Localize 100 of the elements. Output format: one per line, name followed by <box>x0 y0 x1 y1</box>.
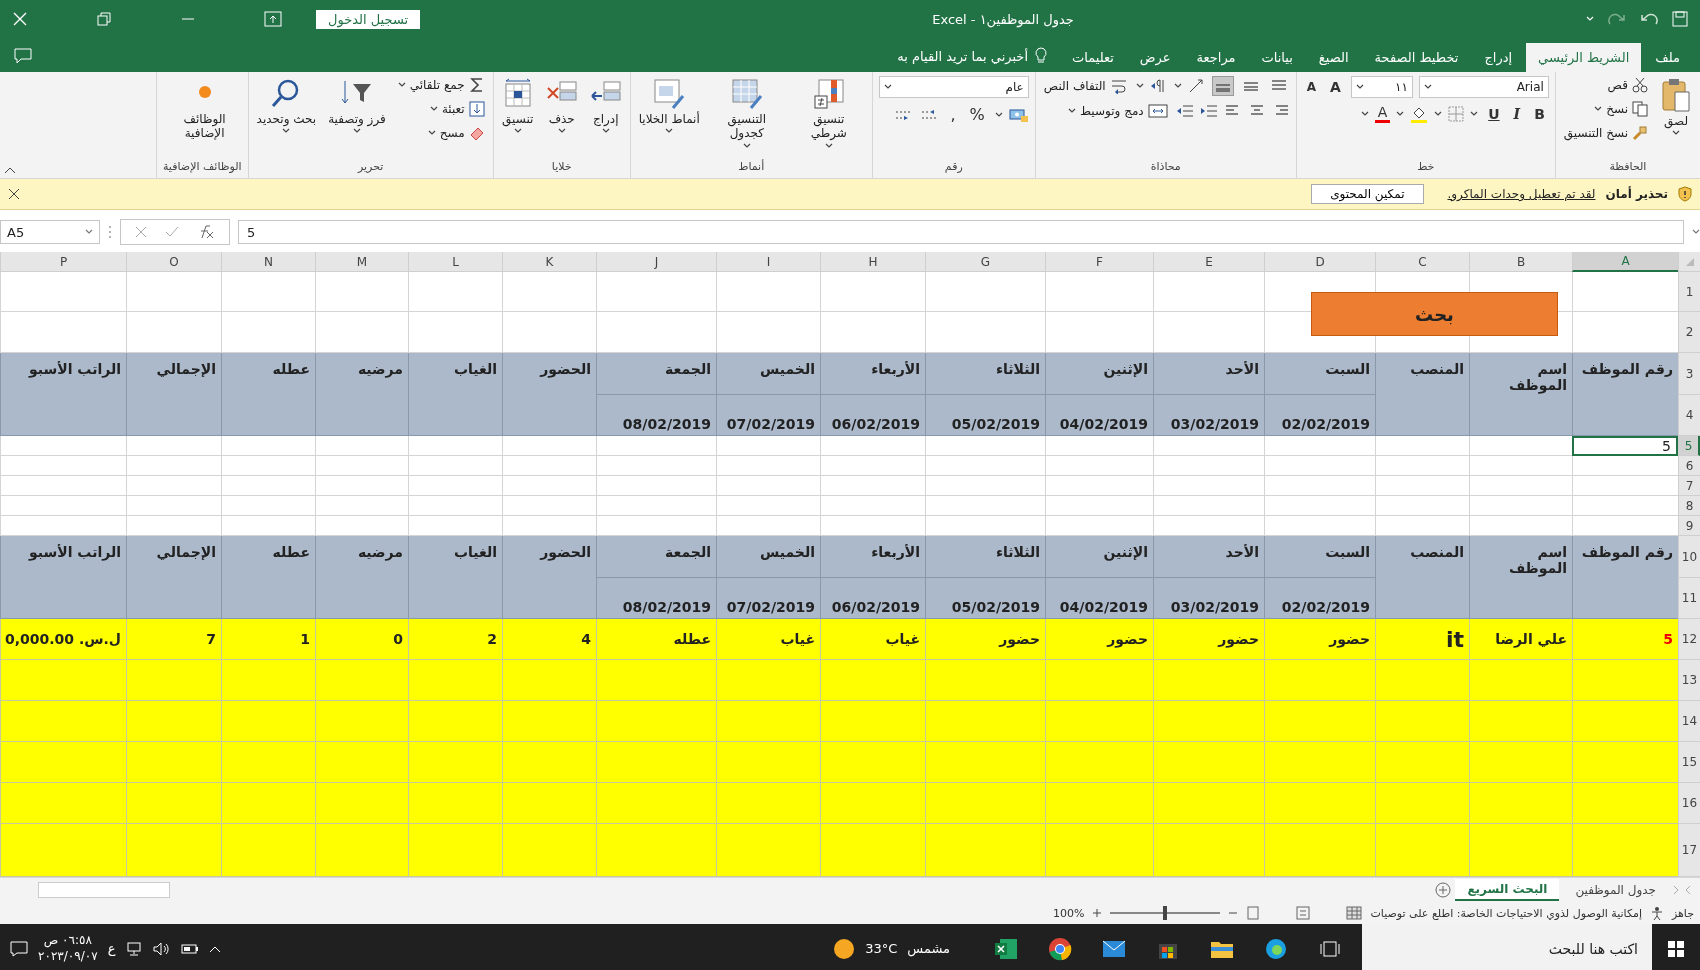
row-header[interactable]: 17 <box>1678 824 1700 877</box>
caret-icon[interactable] <box>883 84 892 90</box>
zoom-level[interactable]: 100% <box>1053 906 1085 920</box>
normal-view-icon[interactable] <box>1346 906 1363 920</box>
text-orientation-icon[interactable] <box>1187 78 1206 94</box>
font-color-button[interactable]: A <box>1374 104 1391 123</box>
zoom-in-icon[interactable] <box>1092 908 1103 918</box>
caret-icon[interactable] <box>1360 110 1369 117</box>
number-format-field[interactable]: عام <box>878 76 1029 98</box>
accounting-format-icon[interactable] <box>1008 106 1029 123</box>
comment-icon[interactable] <box>14 48 32 64</box>
caret-icon[interactable] <box>1594 106 1603 112</box>
ribbon-button[interactable]: إدراج <box>587 76 624 137</box>
ribbon-tab[interactable]: تخطيط الصفحة <box>1362 43 1471 72</box>
caret-icon[interactable] <box>994 111 1003 118</box>
input-language[interactable]: ع <box>107 941 116 956</box>
caret-icon[interactable] <box>427 130 436 136</box>
caret-icon[interactable] <box>1672 130 1680 137</box>
save-icon[interactable] <box>1672 11 1688 27</box>
horizontal-scrollbar[interactable] <box>38 882 170 898</box>
ribbon-tab[interactable]: الصيغ <box>1306 43 1361 72</box>
caret-icon[interactable] <box>1470 110 1479 117</box>
row-header[interactable]: 11 <box>1678 578 1700 619</box>
table-format-icon[interactable] <box>730 78 763 110</box>
column-header[interactable]: D <box>1264 252 1375 272</box>
ribbon-button[interactable]: التنسيق كجدول <box>709 76 784 151</box>
ribbon-tab[interactable]: الشريط الرئيسي <box>1526 43 1642 72</box>
caret-icon[interactable] <box>513 128 522 135</box>
ribbon-tab[interactable]: ملف <box>1643 43 1692 72</box>
row-header[interactable]: 16 <box>1678 783 1700 824</box>
caret-icon[interactable] <box>1423 84 1432 90</box>
copy-icon[interactable] <box>1632 101 1648 117</box>
caret-icon[interactable] <box>1173 83 1182 89</box>
increase-indent-icon[interactable] <box>1199 103 1218 119</box>
ribbon-button[interactable]: حذف <box>543 76 580 137</box>
windows-logo-icon[interactable] <box>1667 939 1685 958</box>
search-button[interactable]: بحث <box>1311 292 1558 336</box>
column-header[interactable]: L <box>408 252 502 272</box>
ribbon-button[interactable]: نسخ التنسيق <box>1561 124 1650 142</box>
caret-icon[interactable] <box>601 128 610 135</box>
row-header[interactable]: 14 <box>1678 701 1700 742</box>
speaker-icon[interactable] <box>153 941 172 956</box>
ribbon-button[interactable]: الوظائف الإضافية <box>167 76 242 143</box>
column-header[interactable]: I <box>716 252 820 272</box>
ribbon-button[interactable]: تنسيق <box>499 76 536 137</box>
name-box[interactable]: A5 <box>0 220 100 244</box>
ribbon-button[interactable]: التفاف النص <box>1041 77 1130 95</box>
row-header[interactable]: 13 <box>1678 660 1700 701</box>
battery-icon[interactable] <box>181 942 200 955</box>
caret-icon[interactable] <box>1692 229 1700 235</box>
collapse-ribbon-icon[interactable] <box>4 166 16 174</box>
caret-icon[interactable] <box>1135 83 1144 89</box>
caret-icon[interactable] <box>1396 110 1405 117</box>
decrease-indent-icon[interactable] <box>1175 103 1194 119</box>
network-icon[interactable] <box>125 941 144 956</box>
column-header[interactable]: E <box>1153 252 1264 272</box>
caret-icon[interactable] <box>429 106 438 112</box>
enter-check-icon[interactable] <box>165 226 179 238</box>
caret-icon[interactable] <box>1434 110 1443 117</box>
column-header[interactable]: A <box>1572 252 1678 272</box>
font-size-field[interactable]: ١١ <box>1350 76 1413 98</box>
row-header[interactable]: 12 <box>1678 619 1700 660</box>
eraser-icon[interactable] <box>468 125 485 141</box>
font-style-button[interactable]: U <box>1484 104 1504 123</box>
row-header[interactable]: 8 <box>1678 496 1700 516</box>
number-format-button[interactable]: , <box>946 104 960 125</box>
row-header[interactable]: 6 <box>1678 456 1700 476</box>
wrap-text-icon[interactable] <box>1109 78 1128 94</box>
weather-condition[interactable]: مشمس <box>907 941 950 956</box>
undo-icon[interactable] <box>1640 12 1658 26</box>
row-header[interactable]: 3 <box>1678 353 1700 395</box>
row-header[interactable]: 4 <box>1678 395 1700 436</box>
column-header[interactable]: C <box>1375 252 1469 272</box>
column-header[interactable]: M <box>315 252 408 272</box>
brush-icon[interactable] <box>1632 125 1648 141</box>
column-header[interactable]: P <box>0 252 126 272</box>
ribbon-button[interactable]: نسخ <box>1561 100 1650 118</box>
column-header[interactable]: O <box>126 252 221 272</box>
font-style-button[interactable]: B <box>1530 104 1549 123</box>
sum-icon[interactable] <box>468 77 485 93</box>
add-sheet-icon[interactable] <box>1435 882 1452 898</box>
caret-icon[interactable] <box>824 142 833 149</box>
ribbon-tab[interactable]: بيانات <box>1249 43 1305 72</box>
accessibility-icon[interactable] <box>1649 906 1664 920</box>
caret-icon[interactable] <box>742 142 751 149</box>
shrink-font-button[interactable]: A <box>1302 79 1320 95</box>
row-header[interactable]: 9 <box>1678 516 1700 536</box>
ribbon-button[interactable]: قص <box>1561 76 1650 94</box>
column-header[interactable]: K <box>502 252 596 272</box>
sheet-tab[interactable]: البحث السريع <box>1455 879 1560 901</box>
caret-icon[interactable] <box>1067 108 1076 114</box>
number-format-button[interactable]: % <box>965 104 989 125</box>
column-header[interactable]: B <box>1469 252 1572 272</box>
column-header[interactable]: F <box>1045 252 1153 272</box>
accessibility-status[interactable]: إمكانية الوصول لذوي الاحتياجات الخاصة: اطلع على توصيات <box>1370 906 1642 920</box>
tell-me-field[interactable]: أخبرني بما تريد القيام به <box>897 48 1028 64</box>
column-header[interactable]: G <box>925 252 1045 272</box>
ribbon-tab[interactable]: إدراج <box>1472 43 1525 72</box>
caret-icon[interactable] <box>397 82 406 88</box>
ribbon-button[interactable]: بحث وتحديد <box>254 76 319 137</box>
